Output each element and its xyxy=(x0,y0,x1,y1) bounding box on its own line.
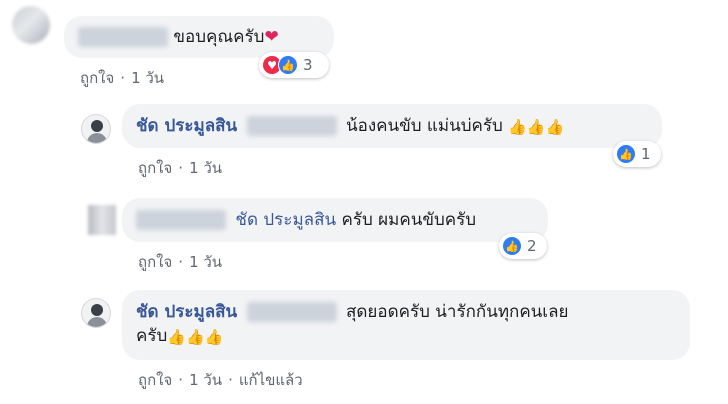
separator-dot: · xyxy=(120,69,126,87)
separator-dot: · xyxy=(178,371,184,389)
reaction-count: 2 xyxy=(527,237,537,255)
like-icon: 👍 xyxy=(616,144,636,164)
comment-text-continued: ครับ xyxy=(136,326,168,346)
like-icon: 👍 xyxy=(502,236,522,256)
timestamp[interactable]: 1 วัน xyxy=(189,371,222,389)
comment-bubble: ชัด ประมูลสิน สุดยอดครับ น่ารักกันทุกคนเ… xyxy=(122,290,690,360)
blurred-author-name[interactable] xyxy=(78,27,168,47)
thumbs-up-emoji: 👍👍👍 xyxy=(167,328,224,346)
comment-actions: ถูกใจ · 1 วัน xyxy=(80,66,164,90)
separator-dot: · xyxy=(178,253,184,271)
like-icon: 👍 xyxy=(278,55,298,75)
reaction-count: 1 xyxy=(641,145,651,163)
timestamp[interactable]: 1 วัน xyxy=(189,159,222,177)
comment-bubble: ชัด ประมูลสิน ครับ ผมคนขับครับ xyxy=(122,198,548,242)
commenter-avatar[interactable] xyxy=(81,298,111,328)
comment-bubble: ชัด ประมูลสิน น้องคนขับ แม่นบ่ครับ 👍👍👍 xyxy=(122,104,662,148)
commenter-avatar[interactable] xyxy=(88,205,116,235)
comment-actions: ถูกใจ · 1 วัน · แก้ไขแล้ว xyxy=(138,368,303,392)
timestamp[interactable]: 1 วัน xyxy=(189,253,222,271)
separator-dot: · xyxy=(178,159,184,177)
comment-text: สุดยอดครับ น่ารักกันทุกคนเลย xyxy=(345,302,569,322)
heart-emoji: ❤ xyxy=(264,27,279,47)
like-link[interactable]: ถูกใจ xyxy=(138,253,172,271)
commenter-avatar[interactable] xyxy=(12,6,50,44)
blurred-mention[interactable] xyxy=(246,116,337,136)
like-link[interactable]: ถูกใจ xyxy=(138,159,172,177)
comment-line-2: ครับ👍👍👍 xyxy=(136,324,676,348)
author-name[interactable]: ชัด ประมูลสิน xyxy=(136,302,237,322)
avatar-head xyxy=(91,120,103,132)
avatar-body xyxy=(87,317,107,327)
reactions-summary[interactable]: 👍 2 xyxy=(499,233,547,259)
comment-actions: ถูกใจ · 1 วัน xyxy=(138,156,222,180)
like-link[interactable]: ถูกใจ xyxy=(138,371,172,389)
separator-dot: · xyxy=(228,371,233,389)
commenter-avatar[interactable] xyxy=(81,114,111,144)
avatar-head xyxy=(91,304,103,316)
thumbs-up-emoji: 👍👍👍 xyxy=(508,118,565,136)
author-name[interactable]: ชัด ประมูลสิน xyxy=(136,116,237,136)
reactions-summary[interactable]: ♥ 👍 3 xyxy=(259,52,329,78)
comment-actions: ถูกใจ · 1 วัน xyxy=(138,250,222,274)
comment-text: ขอบคุณครับ xyxy=(173,27,265,47)
blurred-author-name[interactable] xyxy=(136,210,226,230)
avatar-body xyxy=(87,133,107,143)
blurred-mention[interactable] xyxy=(246,302,337,322)
mention-link[interactable]: ชัด ประมูลสิน xyxy=(235,210,336,230)
reactions-summary[interactable]: 👍 1 xyxy=(613,141,661,167)
comment-text: น้องคนขับ แม่นบ่ครับ xyxy=(345,116,503,136)
edited-label[interactable]: แก้ไขแล้ว xyxy=(239,371,303,389)
reaction-count: 3 xyxy=(303,56,313,74)
comment-line-1: ชัด ประมูลสิน สุดยอดครับ น่ารักกันทุกคนเ… xyxy=(136,300,676,324)
comment-text: ครับ ผมคนขับครับ xyxy=(341,210,477,230)
like-link[interactable]: ถูกใจ xyxy=(80,69,114,87)
timestamp[interactable]: 1 วัน xyxy=(131,69,164,87)
